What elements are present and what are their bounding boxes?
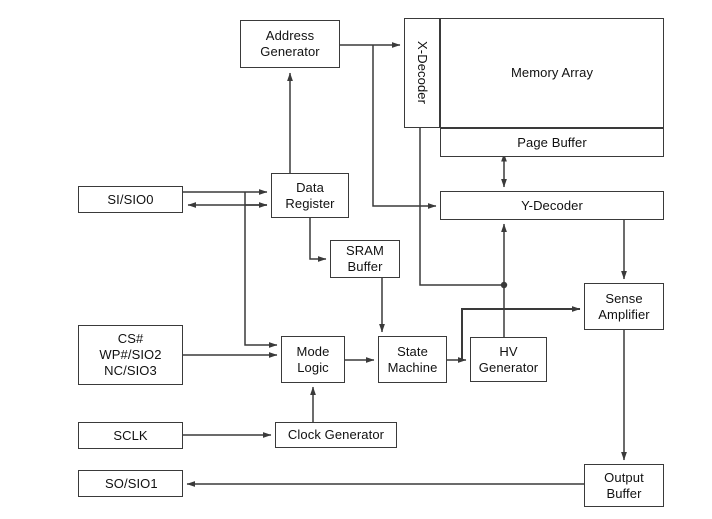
block-mode-logic[interactable]: Mode Logic [281,336,345,383]
block-label-y-decoder: Y-Decoder [521,197,583,213]
block-label-output-buffer: Output Buffer [604,469,644,501]
block-label-page-buffer: Page Buffer [517,134,587,150]
block-label-si-sio0: SI/SIO0 [107,191,154,207]
block-y-decoder[interactable]: Y-Decoder [440,191,664,220]
block-diagram: Address Generator X-Decoder Memory Array… [0,0,712,519]
block-label-so-sio1: SO/SIO1 [105,475,158,491]
block-label-sense-amplifier: Sense Amplifier [598,290,650,322]
block-data-register[interactable]: Data Register [271,173,349,218]
block-memory-array[interactable]: Memory Array [440,18,664,128]
block-so-sio1[interactable]: SO/SIO1 [78,470,183,497]
block-clock-generator[interactable]: Clock Generator [275,422,397,448]
block-output-buffer[interactable]: Output Buffer [584,464,664,507]
block-si-sio0[interactable]: SI/SIO0 [78,186,183,213]
block-label-mode-logic: Mode Logic [296,343,330,375]
block-hv-generator[interactable]: HV Generator [470,337,547,382]
block-x-decoder[interactable]: X-Decoder [404,18,440,128]
block-label-x-decoder: X-Decoder [414,41,430,105]
block-sense-amplifier[interactable]: Sense Amplifier [584,283,664,330]
block-label-sram-buffer: SRAM Buffer [346,243,384,274]
block-cs-wp-nc[interactable]: CS# WP#/SIO2 NC/SIO3 [78,325,183,385]
block-label-hv-generator: HV Generator [478,343,539,375]
junction-dot [500,281,508,289]
wire-datareg-to-sram [309,218,327,262]
block-label-address-generator: Address Generator [260,28,320,59]
block-label-data-register: Data Register [285,179,335,211]
block-label-clock-generator: Clock Generator [287,427,385,443]
block-sram-buffer[interactable]: SRAM Buffer [330,240,400,278]
block-label-state-machine: State Machine [387,343,438,375]
block-address-generator[interactable]: Address Generator [240,20,340,68]
block-label-cs-wp-nc: CS# WP#/SIO2 NC/SIO3 [99,331,162,378]
block-label-memory-array: Memory Array [510,65,594,81]
block-page-buffer[interactable]: Page Buffer [440,128,664,157]
block-sclk[interactable]: SCLK [78,422,183,449]
block-label-sclk: SCLK [113,427,148,443]
block-state-machine[interactable]: State Machine [378,336,447,383]
